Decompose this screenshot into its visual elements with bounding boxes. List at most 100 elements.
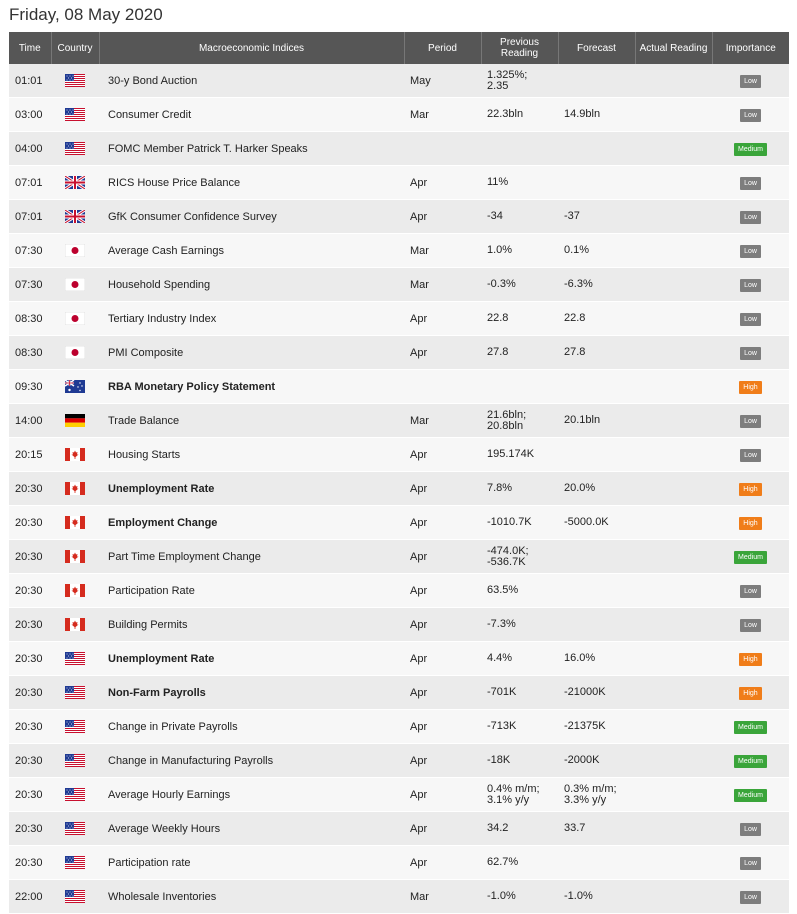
table-row[interactable]: 09:30 RBA Monetary Policy Statement High: [9, 369, 789, 404]
table-row[interactable]: 20:30 Part Time Employment Change Apr -474.…: [9, 539, 789, 574]
event-name[interactable]: Change in Private Payrolls: [99, 709, 404, 744]
table-row[interactable]: 22:00 Wholesale Inventories Mar -1.0% -1.0% L…: [9, 879, 789, 914]
importance-badge: Low: [740, 346, 761, 360]
column-header-country: Country: [51, 32, 100, 64]
us-flag-icon: [65, 754, 85, 767]
country-cell: [51, 777, 99, 812]
country-cell: [51, 199, 99, 234]
previous-reading: [481, 131, 558, 166]
importance-badge: Medium: [734, 142, 767, 156]
previous-reading: 21.6bln; 20.8bln: [481, 403, 558, 438]
event-name[interactable]: Employment Change: [99, 505, 404, 540]
country-cell: [51, 165, 99, 200]
event-period: Apr: [404, 471, 481, 506]
event-name[interactable]: Average Hourly Earnings: [99, 777, 404, 812]
event-name[interactable]: Unemployment Rate: [99, 641, 404, 676]
table-row[interactable]: 20:15 Housing Starts Apr 195.174K Low: [9, 437, 789, 472]
table-row[interactable]: 20:30 Unemployment Rate Apr 4.4% 16.0% High: [9, 641, 789, 676]
event-period: Apr: [404, 777, 481, 812]
event-period: Mar: [404, 403, 481, 438]
country-cell: [51, 641, 99, 676]
event-name[interactable]: Participation Rate: [99, 573, 404, 608]
table-row[interactable]: 01:01 30-y Bond Auction May 1.325%; 2.35 Low: [9, 64, 789, 98]
actual-reading: [635, 301, 712, 336]
table-row[interactable]: 07:30 Average Cash Earnings Mar 1.0% 0.1% Low: [9, 233, 789, 268]
table-row[interactable]: 20:30 Average Weekly Hours Apr 34.2 33.7 Low: [9, 811, 789, 846]
event-name[interactable]: Part Time Employment Change: [99, 539, 404, 574]
table-row[interactable]: 20:30 Unemployment Rate Apr 7.8% 20.0% High: [9, 471, 789, 506]
importance-badge: Low: [740, 278, 761, 292]
event-name[interactable]: RICS House Price Balance: [99, 165, 404, 200]
importance-badge: Low: [740, 414, 761, 428]
event-name[interactable]: GfK Consumer Confidence Survey: [99, 199, 404, 234]
forecast-value: 0.3% m/m; 3.3% y/y: [558, 777, 635, 812]
event-name[interactable]: Average Cash Earnings: [99, 233, 404, 268]
event-name[interactable]: FOMC Member Patrick T. Harker Speaks: [99, 131, 404, 166]
event-period: Apr: [404, 743, 481, 778]
event-period: Apr: [404, 641, 481, 676]
table-row[interactable]: 07:30 Household Spending Mar -0.3% -6.3% Low: [9, 267, 789, 302]
table-row[interactable]: 20:30 Change in Manufacturing Payrolls Apr…: [9, 743, 789, 778]
table-row[interactable]: 04:00 FOMC Member Patrick T. Harker Speak…: [9, 131, 789, 166]
forecast-value: 22.8: [558, 301, 635, 336]
country-cell: [51, 471, 99, 506]
table-row[interactable]: 08:30 PMI Composite Apr 27.8 27.8 Low: [9, 335, 789, 370]
table-body: 01:01 30-y Bond Auction May 1.325%; 2.35 Low…: [9, 64, 789, 914]
table-row[interactable]: 07:01 RICS House Price Balance Apr 11% Low: [9, 165, 789, 200]
event-period: Apr: [404, 607, 481, 642]
event-name[interactable]: Housing Starts: [99, 437, 404, 472]
event-name[interactable]: PMI Composite: [99, 335, 404, 370]
table-row[interactable]: 20:30 Change in Private Payrolls Apr -713K -…: [9, 709, 789, 744]
table-row[interactable]: 20:30 Employment Change Apr -1010.7K -5000.0…: [9, 505, 789, 540]
actual-reading: [635, 811, 712, 846]
event-name[interactable]: Average Weekly Hours: [99, 811, 404, 846]
event-time: 07:01: [9, 199, 51, 234]
event-name[interactable]: RBA Monetary Policy Statement: [99, 369, 404, 404]
event-name[interactable]: Consumer Credit: [99, 97, 404, 132]
event-name[interactable]: 30-y Bond Auction: [99, 64, 404, 98]
table-row[interactable]: 20:30 Non-Farm Payrolls Apr -701K -21000K Hig…: [9, 675, 789, 710]
previous-reading: -1010.7K: [481, 505, 558, 540]
table-row[interactable]: 20:30 Participation Rate Apr 63.5% Low: [9, 573, 789, 608]
table-row[interactable]: 20:30 Participation rate Apr 62.7% Low: [9, 845, 789, 880]
importance-cell: Medium: [712, 709, 789, 744]
australia-flag-icon: [65, 380, 85, 393]
importance-badge: Low: [740, 856, 761, 870]
table-row[interactable]: 03:00 Consumer Credit Mar 22.3bln 14.9bln Low: [9, 97, 789, 132]
event-period: Apr: [404, 165, 481, 200]
actual-reading: [635, 131, 712, 166]
table-row[interactable]: 14:00 Trade Balance Mar 21.6bln; 20.8bln 20.…: [9, 403, 789, 438]
importance-cell: Low: [712, 403, 789, 438]
column-header-forecast: Forecast: [558, 32, 636, 64]
event-period: Apr: [404, 811, 481, 846]
table-row[interactable]: 20:30 Building Permits Apr -7.3% Low: [9, 607, 789, 642]
event-name[interactable]: Non-Farm Payrolls: [99, 675, 404, 710]
event-name[interactable]: Change in Manufacturing Payrolls: [99, 743, 404, 778]
country-cell: [51, 131, 99, 166]
event-name[interactable]: Household Spending: [99, 267, 404, 302]
event-name[interactable]: Building Permits: [99, 607, 404, 642]
event-name[interactable]: Wholesale Inventories: [99, 879, 404, 914]
us-flag-icon: [65, 788, 85, 801]
country-cell: [51, 573, 99, 608]
table-row[interactable]: 20:30 Average Hourly Earnings Apr 0.4% m/m;…: [9, 777, 789, 812]
event-name[interactable]: Trade Balance: [99, 403, 404, 438]
event-time: 20:30: [9, 845, 51, 880]
table-row[interactable]: 07:01 GfK Consumer Confidence Survey Apr -3…: [9, 199, 789, 234]
event-time: 20:30: [9, 743, 51, 778]
event-name[interactable]: Unemployment Rate: [99, 471, 404, 506]
forecast-value: -21375K: [558, 709, 635, 744]
actual-reading: [635, 267, 712, 302]
country-cell: [51, 505, 99, 540]
importance-cell: High: [712, 471, 789, 506]
event-period: Apr: [404, 573, 481, 608]
importance-cell: Low: [712, 97, 789, 132]
table-row[interactable]: 08:30 Tertiary Industry Index Apr 22.8 22.8 L…: [9, 301, 789, 336]
event-period: Apr: [404, 709, 481, 744]
previous-reading: 195.174K: [481, 437, 558, 472]
column-header-importance: Importance: [712, 32, 789, 64]
us-flag-icon: [65, 652, 85, 665]
event-name[interactable]: Participation rate: [99, 845, 404, 880]
event-name[interactable]: Tertiary Industry Index: [99, 301, 404, 336]
previous-reading: 11%: [481, 165, 558, 200]
